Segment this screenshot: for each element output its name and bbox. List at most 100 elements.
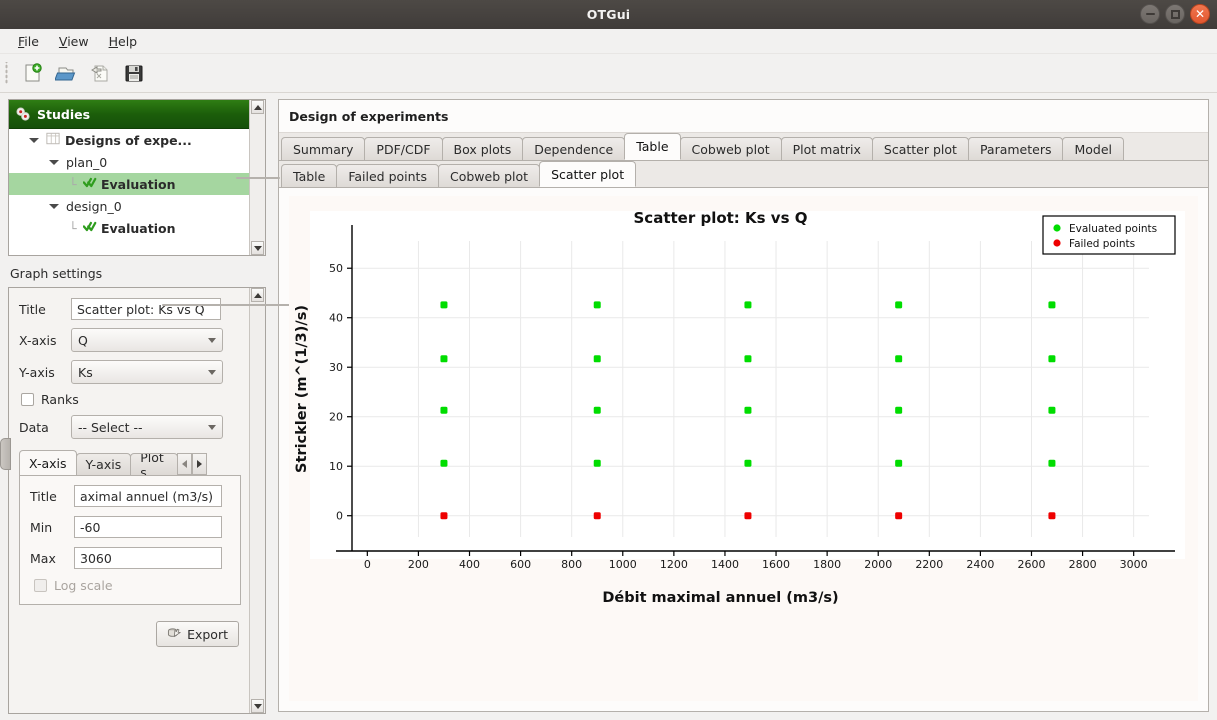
tab-model[interactable]: Model [1062,137,1124,160]
ranks-checkbox[interactable] [21,393,34,406]
evaluated-point-marker[interactable] [440,301,447,308]
scroll-up-button[interactable] [251,100,264,114]
studies-tree[interactable]: Studies Designs of expe...plan_0└Evaluat… [9,100,249,255]
right-pane: Design of experiments SummaryPDF/CDFBox … [272,93,1217,720]
axis-tabs-scroll-right-button[interactable] [192,453,207,475]
xaxis-select[interactable]: Q [71,328,223,352]
axis-tabs-scroll-left-button[interactable] [177,453,192,475]
evaluated-point-marker[interactable] [594,301,601,308]
evaluated-point-marker[interactable] [744,301,751,308]
evaluated-point-marker[interactable] [594,407,601,414]
axis-tab-x[interactable]: X-axis [19,450,77,475]
y-tick-label: 40 [329,312,343,325]
x-tick-label: 200 [408,558,429,571]
scatter-plot[interactable]: Scatter plot: Ks vs Q0102030405002004006… [290,197,1191,609]
menu-view[interactable]: View [49,31,99,52]
failed-point-marker[interactable] [895,512,902,519]
failed-point-marker[interactable] [594,512,601,519]
evaluated-point-marker[interactable] [744,460,751,467]
evaluated-point-marker[interactable] [744,407,751,414]
tab-summary[interactable]: Summary [281,137,365,160]
tree-twisty[interactable] [49,204,59,209]
scroll-down-button[interactable] [251,241,264,255]
tab-dependence[interactable]: Dependence [522,137,625,160]
axis-title-input[interactable] [74,485,222,507]
open-icon[interactable] [49,58,83,88]
tab-pdf-cdf[interactable]: PDF/CDF [364,137,442,160]
plot-canvas-background [310,211,1185,559]
x-tick-label: 600 [510,558,531,571]
yaxis-select[interactable]: Ks [71,360,223,384]
title-input[interactable] [71,298,221,320]
failed-point-marker[interactable] [440,512,447,519]
maximize-button[interactable] [1165,4,1185,24]
tab-parameters[interactable]: Parameters [968,137,1064,160]
evaluated-point-marker[interactable] [1048,301,1055,308]
tree-item-evaluation[interactable]: └Evaluation [9,173,249,195]
export-button[interactable]: Export [156,621,239,647]
axis-max-label: Max [30,551,66,566]
tree-item-label: Evaluation [101,177,176,192]
settings-scroll-down-button[interactable] [251,699,264,713]
evaluated-point-marker[interactable] [895,301,902,308]
toolbar-grip[interactable] [4,62,11,84]
axis-min-label: Min [30,520,66,535]
ranks-row[interactable]: Ranks [21,392,241,407]
tab-cobweb-plot[interactable]: Cobweb plot [680,137,782,160]
subtab-table[interactable]: Table [281,164,337,187]
tree-item-design-0[interactable]: design_0 [9,195,249,217]
evaluated-point-marker[interactable] [895,355,902,362]
evaluated-point-marker[interactable] [895,460,902,467]
x-tick-label: 1800 [813,558,841,571]
evaluated-point-marker[interactable] [895,407,902,414]
data-select[interactable]: -- Select -- [71,415,223,439]
tree-twisty[interactable] [29,138,39,143]
chart-title: Scatter plot: Ks vs Q [634,209,808,227]
evaluated-point-marker[interactable] [440,460,447,467]
evaluated-point-marker[interactable] [440,407,447,414]
axis-max-input[interactable] [74,547,222,569]
subtab-failed-points[interactable]: Failed points [336,164,439,187]
evaluated-point-marker[interactable] [1048,407,1055,414]
menu-file[interactable]: File [8,31,49,52]
x-tick-label: 400 [459,558,480,571]
scroll-track[interactable] [250,114,265,241]
subtab-cobweb-plot[interactable]: Cobweb plot [438,164,540,187]
tree-scrollbar[interactable] [249,100,265,255]
evaluated-point-marker[interactable] [440,355,447,362]
axis-tab-y[interactable]: Y-axis [76,453,132,475]
evaluated-point-marker[interactable] [1048,355,1055,362]
tab-table[interactable]: Table [624,133,680,160]
x-tick-label: 1400 [711,558,739,571]
tab-plot-matrix[interactable]: Plot matrix [781,137,873,160]
primary-tab-bar: SummaryPDF/CDFBox plotsDependenceTableCo… [279,133,1208,161]
pane-collapse-handle[interactable] [0,438,11,470]
subtab-scatter-plot[interactable]: Scatter plot [539,161,636,187]
save-icon[interactable] [117,58,151,88]
settings-scroll-track[interactable] [250,302,265,699]
tree-twisty[interactable] [49,160,59,165]
tree-item-plan-0[interactable]: plan_0 [9,151,249,173]
scroll-thumb[interactable] [236,177,280,179]
axis-min-input[interactable] [74,516,222,538]
failed-point-marker[interactable] [1048,512,1055,519]
minimize-button[interactable] [1140,4,1160,24]
evaluated-point-marker[interactable] [594,460,601,467]
failed-point-marker[interactable] [744,512,751,519]
log-scale-row: Log scale [34,578,230,593]
tab-box-plots[interactable]: Box plots [442,137,524,160]
menu-help[interactable]: Help [99,31,148,52]
new-icon[interactable] [15,58,49,88]
close-button[interactable]: ✕ [1190,4,1210,24]
import-icon[interactable] [83,58,117,88]
evaluated-point-marker[interactable] [594,355,601,362]
evaluated-point-marker[interactable] [744,355,751,362]
tab-scatter-plot[interactable]: Scatter plot [872,137,969,160]
axis-tab-x-label: X-axis [29,456,67,471]
settings-scrollbar[interactable] [249,288,265,713]
settings-scroll-up-button[interactable] [251,288,264,302]
tree-item-designs-of-expe[interactable]: Designs of expe... [9,129,249,151]
evaluated-point-marker[interactable] [1048,460,1055,467]
axis-tab-plot-settings[interactable]: Plot s [130,453,178,475]
tree-item-evaluation[interactable]: └Evaluation [9,217,249,239]
